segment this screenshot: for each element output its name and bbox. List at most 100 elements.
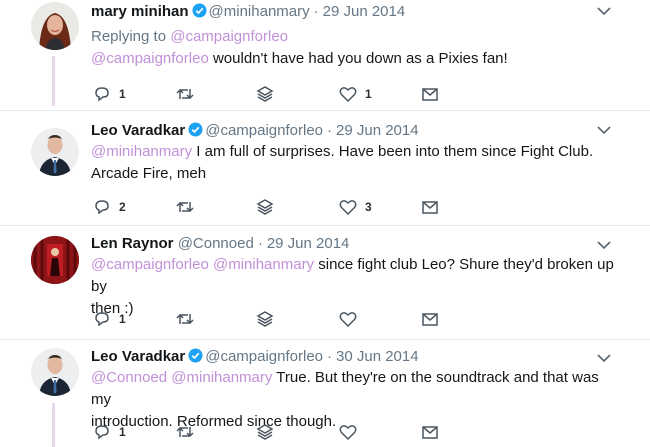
stack-button[interactable] <box>256 197 274 217</box>
heart-icon <box>339 200 357 216</box>
verified-badge-icon <box>188 348 203 368</box>
layers-icon <box>256 424 274 440</box>
reply-button[interactable]: 1 <box>93 309 126 329</box>
reply-button[interactable]: 1 <box>93 84 126 104</box>
reply-button[interactable]: 1 <box>93 422 126 442</box>
reply-count: 2 <box>119 200 126 214</box>
mention-link[interactable]: @campaignforleo <box>170 28 288 45</box>
layers-icon <box>256 86 274 102</box>
separator-dot: · <box>327 122 333 139</box>
envelope-icon <box>422 313 438 326</box>
retweet-button[interactable] <box>175 309 195 329</box>
tweet-text: @campaignforleo wouldn't have had you do… <box>91 48 621 70</box>
tweet[interactable]: Leo Varadkar @campaignforleo · 30 Jun 2014 … <box>0 347 650 447</box>
mention-link[interactable]: @minihanmary <box>171 369 272 386</box>
user-handle[interactable]: @minihanmary <box>209 3 310 20</box>
user-handle[interactable]: @campaignforleo <box>205 348 323 365</box>
message-button[interactable] <box>421 197 439 217</box>
heart-icon <box>339 425 357 441</box>
tweet[interactable]: mary minihan @minihanmary · 29 Jun 2014 Rep… <box>0 2 650 110</box>
heart-icon <box>339 312 357 328</box>
replying-to: Replying to @campaignforleo <box>91 27 288 46</box>
reply-icon <box>95 200 109 215</box>
message-button[interactable] <box>421 84 439 104</box>
tweet[interactable]: Len Raynor @Connoed · 29 Jun 2014 @campaig… <box>0 234 650 340</box>
avatar[interactable] <box>31 236 79 284</box>
divider <box>0 110 650 111</box>
tweet[interactable]: Leo Varadkar @campaignforleo · 29 Jun 2014 … <box>0 121 650 225</box>
tweet-header: Leo Varadkar @campaignforleo · 29 Jun 2014 <box>91 121 419 142</box>
reply-count: 1 <box>119 425 126 439</box>
retweet-icon <box>176 88 194 100</box>
retweet-button[interactable] <box>175 422 195 442</box>
reply-button[interactable]: 2 <box>93 197 126 217</box>
divider <box>0 339 650 340</box>
chevron-down-icon[interactable] <box>596 123 612 137</box>
display-name[interactable]: Len Raynor <box>91 235 174 252</box>
envelope-icon <box>422 426 438 439</box>
verified-badge-icon <box>188 122 203 142</box>
heart-icon <box>339 87 357 103</box>
display-name[interactable]: mary minihan <box>91 3 189 20</box>
separator-dot: · <box>327 348 333 365</box>
tweet-actions: 1 <box>91 422 451 442</box>
tweet-actions: 2 3 <box>91 197 451 217</box>
tweet-date[interactable]: 29 Jun 2014 <box>267 235 350 252</box>
tweet-actions: 1 1 <box>91 84 451 104</box>
replying-to-label: Replying to <box>91 28 171 45</box>
user-handle[interactable]: @campaignforleo <box>205 122 323 139</box>
retweet-icon <box>176 201 194 213</box>
message-button[interactable] <box>421 309 439 329</box>
tweet-body-text: wouldn't have had you down as a Pixies f… <box>208 50 508 67</box>
like-button[interactable]: 3 <box>339 197 372 217</box>
like-button[interactable] <box>339 422 365 442</box>
chevron-down-icon[interactable] <box>596 4 612 18</box>
retweet-icon <box>176 313 194 325</box>
tweet-date[interactable]: 30 Jun 2014 <box>336 348 419 365</box>
like-count: 3 <box>365 200 372 214</box>
tweet-body-text: True. But they're on the soundtrack and … <box>91 369 599 408</box>
mention-link[interactable]: @Connoed <box>91 369 167 386</box>
reply-icon <box>95 425 109 440</box>
woman-portrait-icon <box>31 2 79 50</box>
stack-button[interactable] <box>256 84 274 104</box>
verified-badge-icon <box>192 3 207 23</box>
mention-link[interactable]: @minihanmary <box>213 256 314 273</box>
reply-icon <box>95 312 109 327</box>
layers-icon <box>256 311 274 327</box>
avatar[interactable] <box>31 2 79 50</box>
mention-link[interactable]: @campaignforleo <box>91 50 209 67</box>
layers-icon <box>256 199 274 215</box>
avatar[interactable] <box>31 128 79 176</box>
man-in-suit-icon <box>31 348 79 396</box>
chevron-down-icon[interactable] <box>596 238 612 252</box>
user-handle[interactable]: @Connoed <box>178 235 254 252</box>
tweet-header: Len Raynor @Connoed · 29 Jun 2014 <box>91 234 349 253</box>
tweet-date[interactable]: 29 Jun 2014 <box>323 3 406 20</box>
tweet-body-text: Arcade Fire, meh <box>91 165 207 182</box>
envelope-icon <box>422 88 438 101</box>
like-button[interactable]: 1 <box>339 84 372 104</box>
tweet-date[interactable]: 29 Jun 2014 <box>336 122 419 139</box>
tweet-actions: 1 <box>91 309 451 329</box>
red-curtain-photo-icon <box>31 236 79 284</box>
separator-dot: · <box>313 3 319 20</box>
reply-count: 1 <box>119 312 126 326</box>
mention-link[interactable]: @campaignforleo <box>91 256 209 273</box>
stack-button[interactable] <box>256 422 274 442</box>
tweet-header: mary minihan @minihanmary · 29 Jun 2014 <box>91 2 405 23</box>
retweet-button[interactable] <box>175 84 195 104</box>
stack-button[interactable] <box>256 309 274 329</box>
tweet-header: Leo Varadkar @campaignforleo · 30 Jun 2014 <box>91 347 419 368</box>
display-name[interactable]: Leo Varadkar <box>91 348 185 365</box>
mention-link[interactable]: @minihanmary <box>91 143 192 160</box>
chevron-down-icon[interactable] <box>596 351 612 365</box>
display-name[interactable]: Leo Varadkar <box>91 122 185 139</box>
retweet-button[interactable] <box>175 197 195 217</box>
separator-dot: · <box>257 235 263 252</box>
like-button[interactable] <box>339 309 365 329</box>
avatar[interactable] <box>31 348 79 396</box>
message-button[interactable] <box>421 422 439 442</box>
divider <box>0 225 650 226</box>
tweet-body-text: I am full of surprises. Have been into t… <box>192 143 594 160</box>
